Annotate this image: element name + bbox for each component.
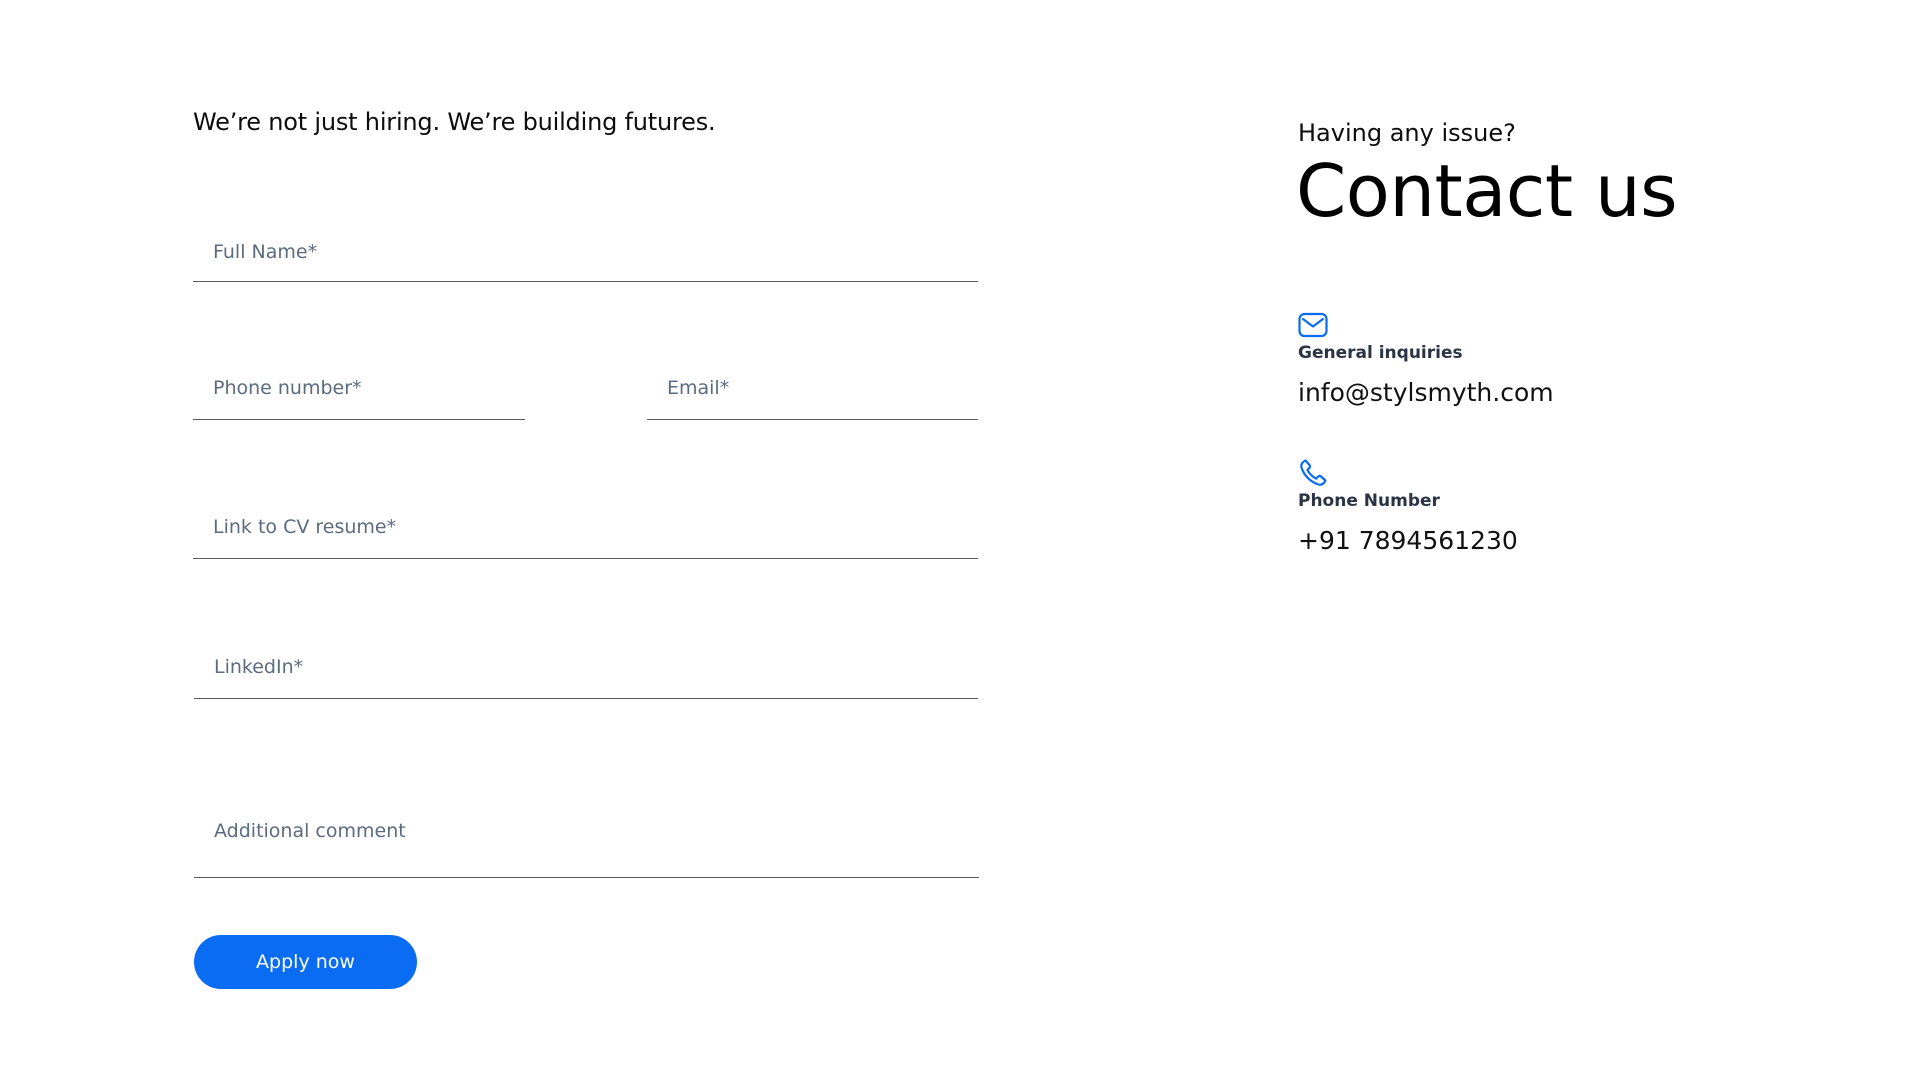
contact-phone-link[interactable]: +91 7894561230 bbox=[1298, 526, 1518, 555]
general-inquiries-label: General inquiries bbox=[1298, 343, 1463, 363]
linkedin-input[interactable] bbox=[194, 636, 978, 698]
additional-comment-textarea[interactable] bbox=[194, 803, 979, 877]
phone-icon bbox=[1297, 457, 1329, 489]
phone-number-input[interactable] bbox=[193, 356, 525, 419]
comment-field-wrapper bbox=[194, 803, 979, 878]
linkedin-field-wrapper bbox=[194, 636, 978, 699]
email-field-wrapper bbox=[647, 356, 978, 420]
email-input[interactable] bbox=[647, 356, 978, 419]
cv-link-field-wrapper bbox=[193, 496, 978, 559]
contact-email-link[interactable]: info@stylsmyth.com bbox=[1298, 378, 1554, 407]
apply-now-button[interactable]: Apply now bbox=[194, 935, 417, 989]
contact-subheading: Having any issue? bbox=[1298, 119, 1516, 147]
cv-link-input[interactable] bbox=[193, 496, 978, 558]
contact-heading: Contact us bbox=[1296, 149, 1678, 233]
careers-contact-page: We’re not just hiring. We’re building fu… bbox=[0, 0, 1920, 1080]
phone-number-label: Phone Number bbox=[1298, 491, 1440, 511]
form-tagline: We’re not just hiring. We’re building fu… bbox=[193, 108, 716, 136]
full-name-input[interactable] bbox=[193, 222, 978, 281]
full-name-field-wrapper bbox=[193, 222, 978, 282]
mail-icon bbox=[1297, 309, 1329, 341]
phone-field-wrapper bbox=[193, 356, 525, 420]
